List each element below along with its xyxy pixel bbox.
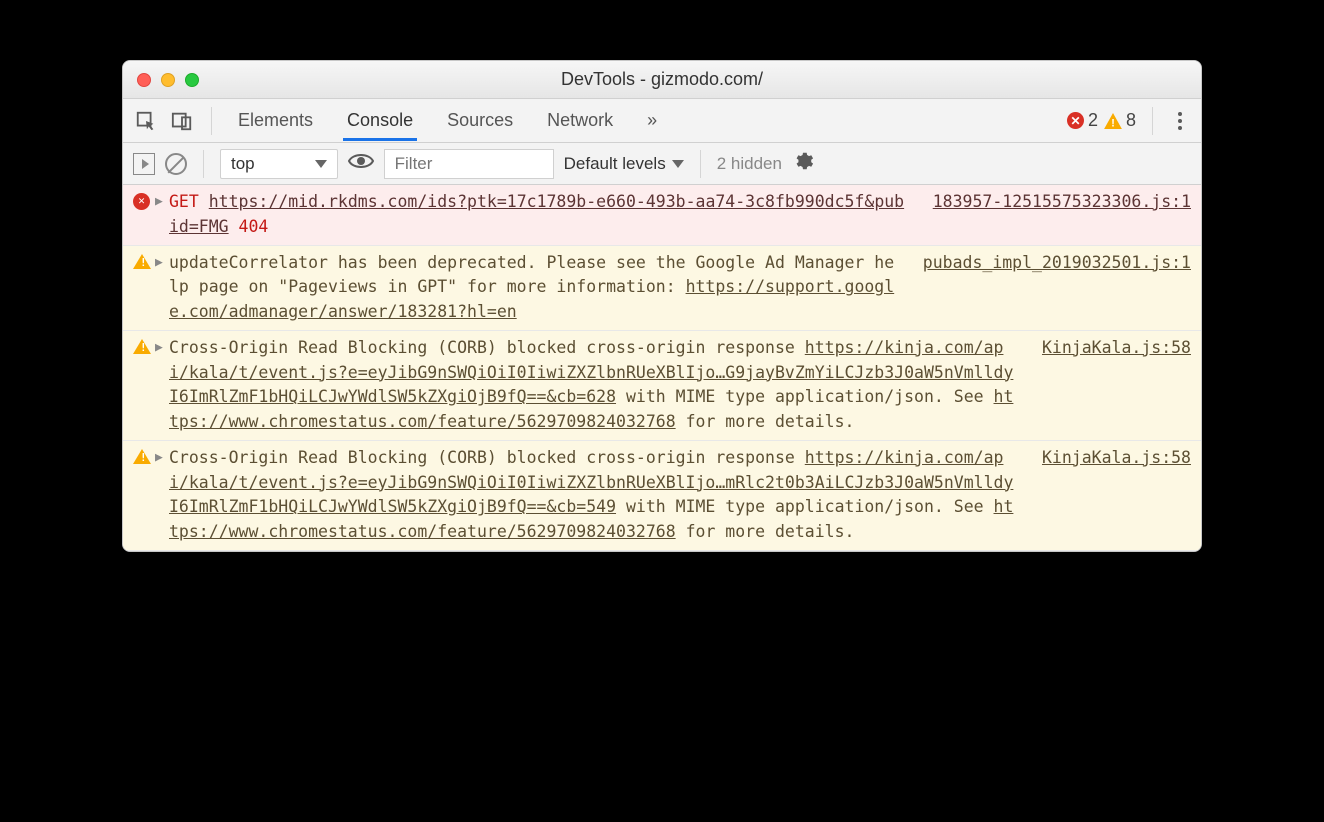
console-messages: ✕ ▶ GET https://mid.rkdms.com/ids?ptk=17… — [123, 185, 1201, 551]
warning-icon — [133, 339, 151, 354]
warning-count: 8 — [1126, 110, 1136, 131]
http-status: 404 — [239, 217, 269, 236]
console-sidebar-toggle-icon[interactable] — [133, 153, 155, 175]
context-label: top — [231, 154, 255, 174]
console-message-warning[interactable]: ▶ Cross-Origin Read Blocking (CORB) bloc… — [123, 441, 1201, 551]
filter-input[interactable] — [384, 149, 554, 179]
message-text: Cross-Origin Read Blocking (CORB) blocke… — [169, 446, 1022, 545]
console-settings-icon[interactable] — [792, 150, 814, 177]
message-text: Cross-Origin Read Blocking (CORB) blocke… — [169, 336, 1022, 435]
http-method: GET — [169, 192, 199, 211]
console-message-warning[interactable]: ▶ Cross-Origin Read Blocking (CORB) bloc… — [123, 331, 1201, 441]
request-url[interactable]: https://mid.rkdms.com/ids?ptk=17c1789b-e… — [169, 192, 904, 236]
titlebar: DevTools - gizmodo.com/ — [123, 61, 1201, 99]
source-link[interactable]: pubads_impl_2019032501.js:1 — [903, 251, 1191, 325]
hidden-messages-count[interactable]: 2 hidden — [717, 154, 782, 174]
expand-caret-icon[interactable]: ▶ — [155, 190, 169, 240]
error-count: 2 — [1088, 110, 1098, 131]
status-badges[interactable]: ✕ 2 ! 8 — [1067, 110, 1136, 131]
source-link[interactable]: 183957-12515575323306.js:1 — [913, 190, 1191, 240]
tabs-overflow-icon[interactable]: » — [643, 100, 661, 141]
warning-badge-icon: ! — [1104, 113, 1122, 129]
devtools-tabbar: Elements Console Sources Network » ✕ 2 !… — [123, 99, 1201, 143]
panel-tabs: Elements Console Sources Network » — [234, 100, 661, 141]
tab-elements[interactable]: Elements — [234, 100, 317, 141]
expand-caret-icon[interactable]: ▶ — [155, 251, 169, 325]
console-message-warning[interactable]: ▶ updateCorrelator has been deprecated. … — [123, 246, 1201, 331]
live-expression-icon[interactable] — [348, 152, 374, 175]
expand-caret-icon[interactable]: ▶ — [155, 446, 169, 545]
expand-caret-icon[interactable]: ▶ — [155, 336, 169, 435]
warning-icon — [133, 449, 151, 464]
console-message-error[interactable]: ✕ ▶ GET https://mid.rkdms.com/ids?ptk=17… — [123, 185, 1201, 246]
svg-text:!: ! — [1111, 117, 1115, 129]
close-window-button[interactable] — [137, 73, 151, 87]
source-link[interactable]: KinjaKala.js:58 — [1022, 446, 1191, 545]
error-icon: ✕ — [133, 193, 150, 210]
traffic-lights — [137, 73, 199, 87]
devtools-window: DevTools - gizmodo.com/ Elements Console… — [122, 60, 1202, 552]
error-badge-icon: ✕ — [1067, 112, 1084, 129]
more-menu-icon[interactable] — [1169, 112, 1191, 130]
message-text: updateCorrelator has been deprecated. Pl… — [169, 251, 903, 325]
clear-console-icon[interactable] — [165, 153, 187, 175]
window-title: DevTools - gizmodo.com/ — [123, 69, 1201, 90]
source-link[interactable]: KinjaKala.js:58 — [1022, 336, 1191, 435]
chevron-down-icon — [672, 160, 684, 168]
chevron-down-icon — [315, 160, 327, 168]
execution-context-selector[interactable]: top — [220, 149, 338, 179]
tab-network[interactable]: Network — [543, 100, 617, 141]
tab-sources[interactable]: Sources — [443, 100, 517, 141]
warning-icon — [133, 254, 151, 269]
device-toolbar-icon[interactable] — [169, 108, 195, 134]
console-toolbar: top Default levels 2 hidden — [123, 143, 1201, 185]
levels-label: Default levels — [564, 154, 666, 174]
maximize-window-button[interactable] — [185, 73, 199, 87]
message-text: GET https://mid.rkdms.com/ids?ptk=17c178… — [169, 190, 913, 240]
inspect-element-icon[interactable] — [133, 108, 159, 134]
tab-console[interactable]: Console — [343, 100, 417, 141]
log-level-selector[interactable]: Default levels — [564, 154, 684, 174]
minimize-window-button[interactable] — [161, 73, 175, 87]
